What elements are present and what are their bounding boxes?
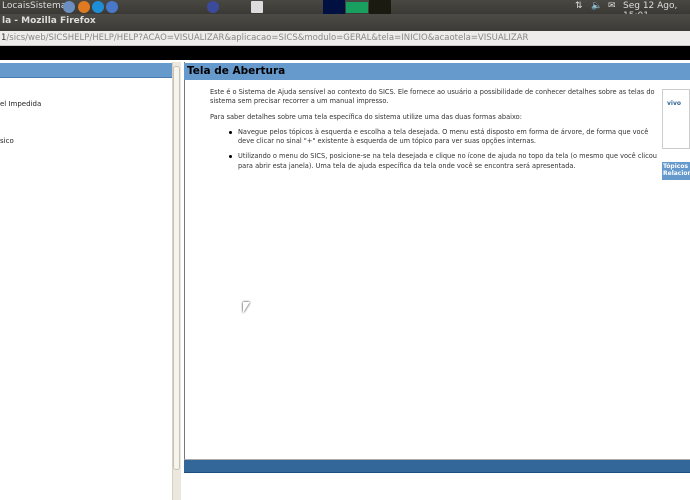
bullet-item: Utilizando o menu do SICS, posicione-se … [229,152,660,171]
firefox-icon[interactable] [78,1,90,13]
skype-icon[interactable] [92,1,104,13]
window-title: la - Mozilla Firefox [0,14,690,31]
bullet-item: Navegue pelos tópicos à esquerda e escol… [229,128,660,147]
intro-paragraph: Este é o Sistema de Ajuda sensível ao co… [210,88,655,106]
memory-monitor [346,2,368,13]
menu-sistema[interactable]: Sistema [30,1,66,11]
help-content: Este é o Sistema de Ajuda sensível ao co… [210,88,660,177]
cpu-monitor [323,0,345,14]
mouse-cursor [243,302,250,313]
left-frame [0,60,172,500]
page-title: Tela de Abertura [184,63,690,80]
tree-item[interactable]: el Impedida [0,100,41,108]
disk-monitor [369,0,391,14]
url-path: /sics/web/SICSHELP/HELP/HELP?ACAO=VISUAL… [6,33,529,43]
trash-icon[interactable] [251,1,263,13]
network-icon[interactable] [63,1,75,13]
url-bar[interactable]: 1/sics/web/SICSHELP/HELP/HELP?ACAO=VISUA… [0,31,690,46]
screenshot-thumbnail[interactable]: vivo [662,89,690,149]
network-status-icon[interactable]: ⇅ [575,1,583,11]
vivo-logo: vivo [667,100,682,107]
menu-locais[interactable]: Locais [2,1,30,11]
instructions-paragraph: Para saber detalhes sobre uma tela espec… [210,112,522,121]
footer-bar [184,459,690,473]
scrollbar-thumb[interactable] [173,66,180,470]
related-topics-header: Tópicos Relacionados [662,162,690,180]
tree-item[interactable]: sico [0,137,14,145]
left-frame-header [0,63,172,78]
help-icon[interactable] [106,1,118,13]
volume-icon[interactable]: 🔈 [591,1,602,11]
top-panel: Locais Sistema ⇅ 🔈 ✉ Seg 12 Ago, 15:01 [0,0,690,21]
toolbar-area [0,46,690,60]
mail-icon[interactable]: ✉ [608,1,616,11]
globe-icon[interactable] [207,1,219,13]
